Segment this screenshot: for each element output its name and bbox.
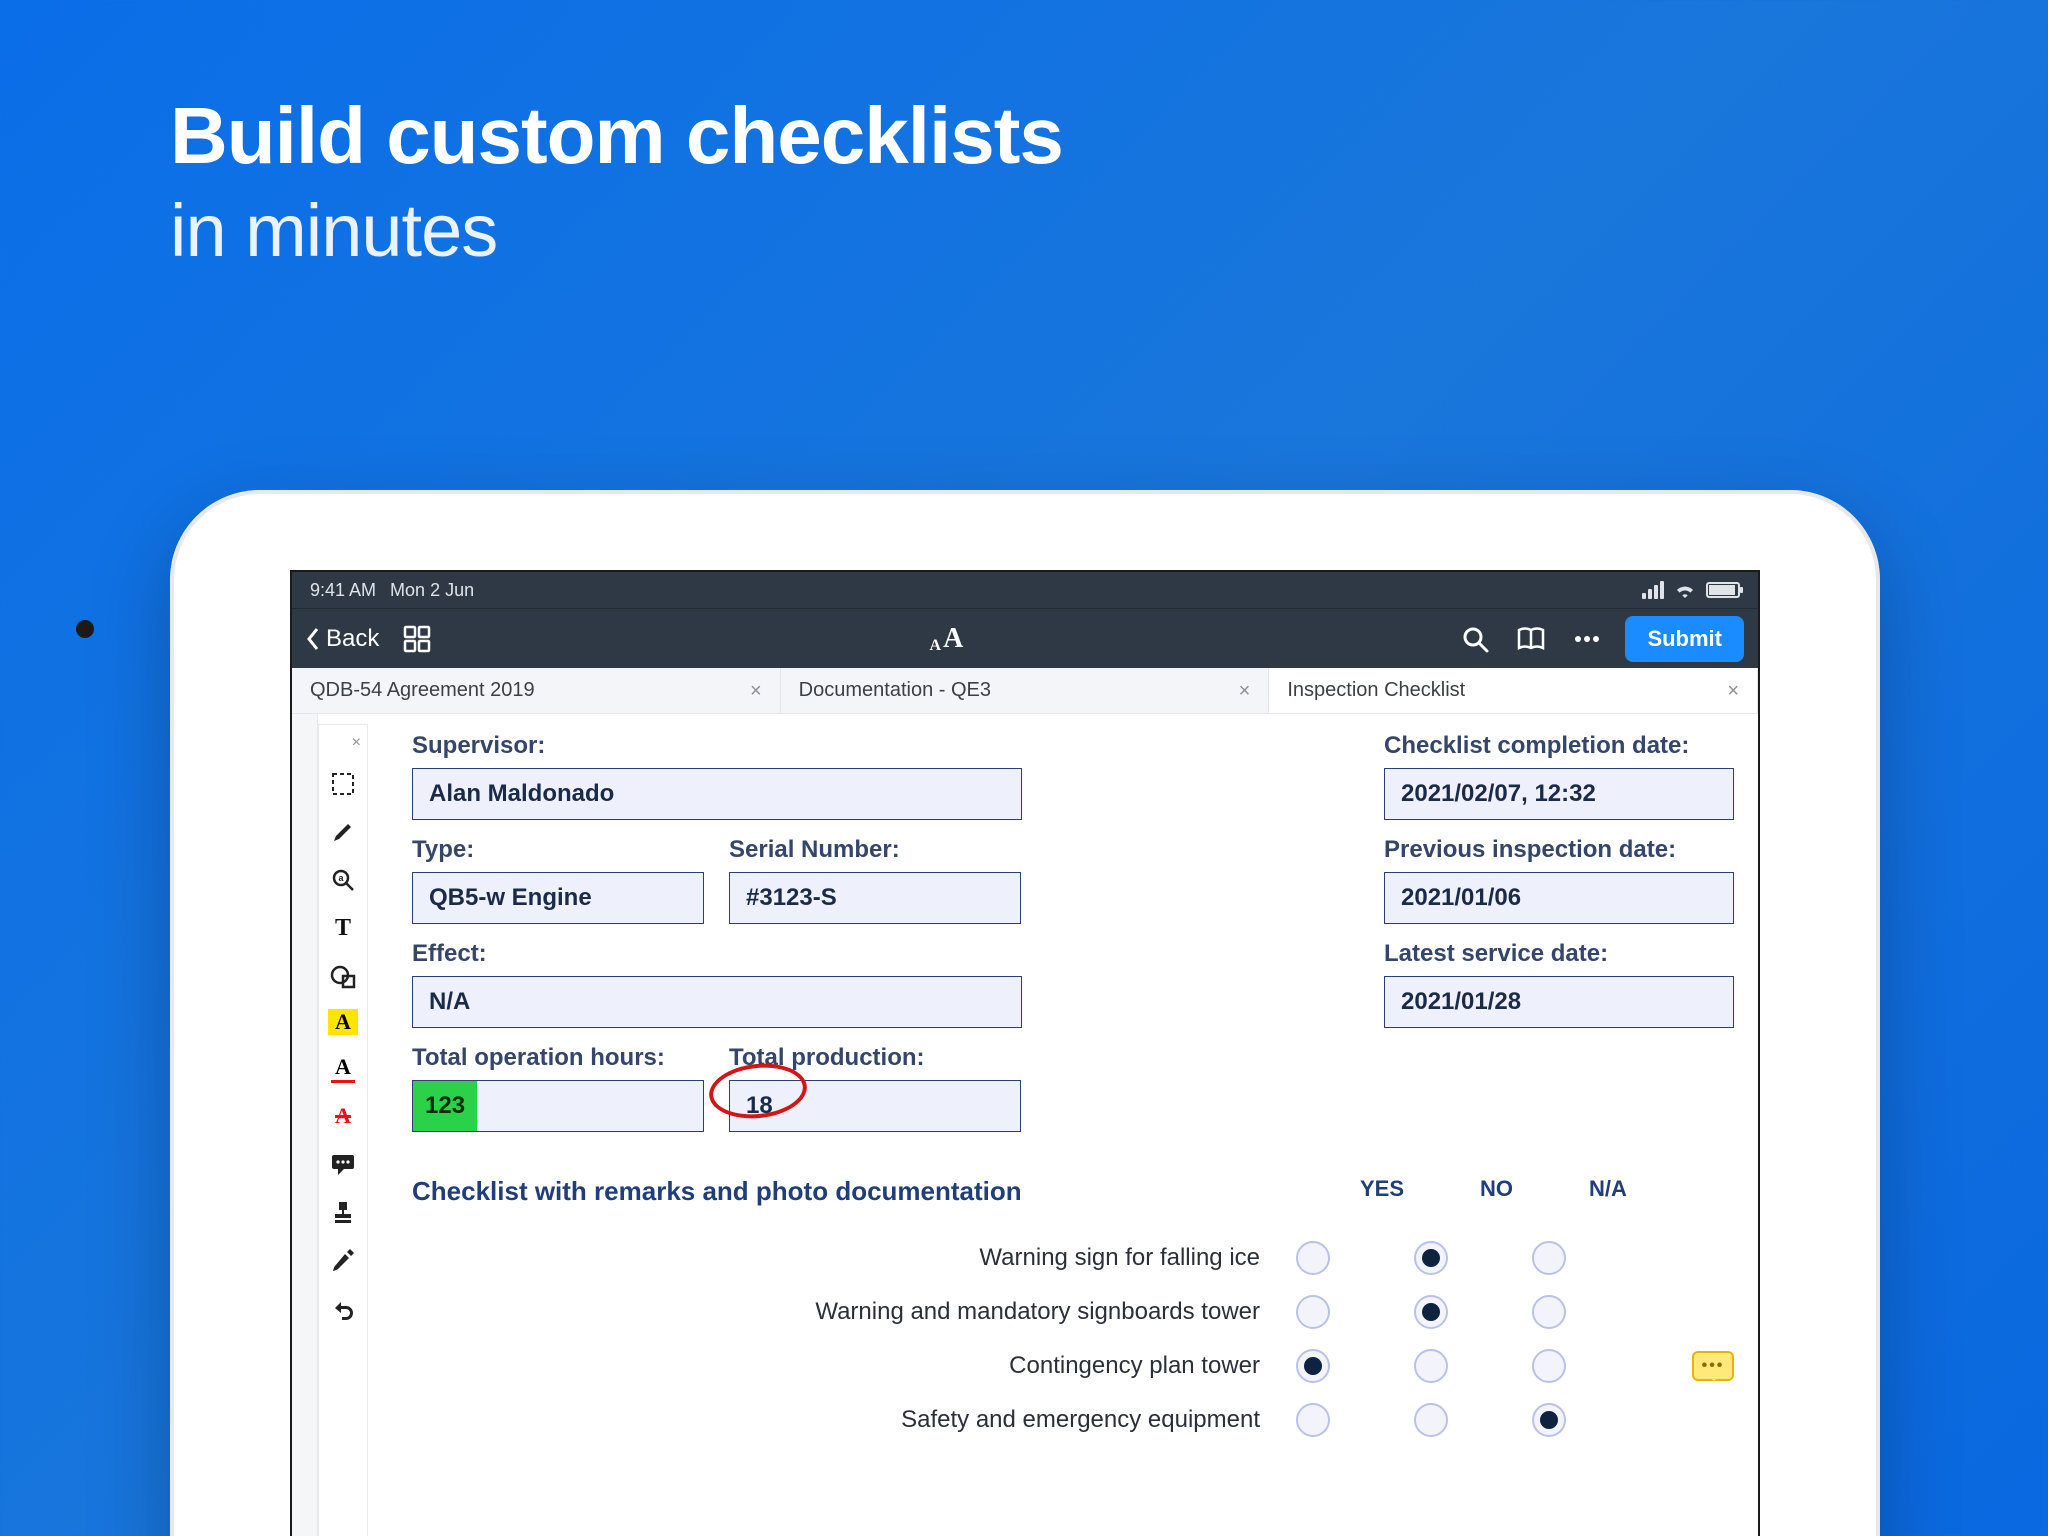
tab-inspection-checklist[interactable]: Inspection Checklist × (1269, 668, 1758, 713)
production-label: Total production: (729, 1044, 1022, 1072)
checklist-item-label: Safety and emergency equipment (412, 1406, 1296, 1434)
radio-na[interactable] (1532, 1295, 1566, 1329)
cellular-icon (1642, 581, 1664, 599)
radio-na[interactable] (1532, 1241, 1566, 1275)
radio-no[interactable] (1414, 1241, 1448, 1275)
checklist-rows: Warning sign for falling ice Warning and … (412, 1231, 1734, 1447)
col-na: N/A (1589, 1176, 1627, 1207)
left-gutter (292, 714, 318, 1536)
undo-icon[interactable] (326, 1293, 360, 1323)
marker-icon[interactable] (326, 817, 360, 847)
book-view-button[interactable] (1513, 621, 1549, 657)
radio-yes[interactable] (1296, 1403, 1330, 1437)
latest-service-field[interactable]: 2021/01/28 (1384, 976, 1734, 1028)
tab-qdb54[interactable]: QDB-54 Agreement 2019 × (292, 668, 781, 713)
op-hours-label: Total operation hours: (412, 1044, 705, 1072)
search-button[interactable] (1457, 621, 1493, 657)
annotate-toolbar: × a T A A A (318, 724, 368, 1536)
more-icon (1572, 624, 1602, 654)
supervisor-label: Supervisor: (412, 732, 1022, 760)
checklist-row: Warning and mandatory signboards tower (412, 1285, 1734, 1339)
radio-na[interactable] (1532, 1349, 1566, 1383)
radio-yes[interactable] (1296, 1241, 1330, 1275)
close-icon[interactable]: × (352, 735, 361, 751)
back-button[interactable]: Back (306, 625, 379, 653)
close-icon[interactable]: × (1239, 681, 1251, 701)
device-camera-icon (76, 620, 94, 638)
checklist-row: Contingency plan tower ••• (412, 1339, 1734, 1393)
completion-date-label: Checklist completion date: (1384, 732, 1734, 760)
checklist-section-title: Checklist with remarks and photo documen… (412, 1176, 1052, 1207)
device-frame: 9:41 AM Mon 2 Jun Back A (170, 490, 1880, 1536)
col-no: NO (1480, 1176, 1513, 1207)
hero: Build custom checklists in minutes (170, 90, 1063, 273)
checklist-row: Warning sign for falling ice (412, 1231, 1734, 1285)
effect-label: Effect: (412, 940, 1022, 968)
op-hours-field[interactable]: 123 (412, 1080, 704, 1132)
submit-button[interactable]: Submit (1625, 616, 1744, 662)
grid-icon (402, 624, 432, 654)
radio-no[interactable] (1414, 1295, 1448, 1329)
type-field[interactable]: QB5-w Engine (412, 872, 704, 924)
serial-field[interactable]: #3123-S (729, 872, 1021, 924)
search-icon (1460, 624, 1490, 654)
tab-documentation[interactable]: Documentation - QE3 × (781, 668, 1270, 713)
underline-icon[interactable]: A (326, 1053, 360, 1083)
col-yes: YES (1360, 1176, 1404, 1207)
hero-title: Build custom checklists (170, 90, 1063, 182)
grid-view-button[interactable] (399, 621, 435, 657)
shape-icon[interactable] (326, 961, 360, 991)
completion-date-field[interactable]: 2021/02/07, 12:32 (1384, 768, 1734, 820)
radio-yes[interactable] (1296, 1349, 1330, 1383)
strikethrough-icon[interactable]: A (326, 1101, 360, 1131)
status-time: 9:41 AM (310, 580, 376, 601)
status-date: Mon 2 Jun (390, 580, 474, 601)
back-label: Back (326, 625, 379, 653)
radio-no[interactable] (1414, 1349, 1448, 1383)
previous-date-label: Previous inspection date: (1384, 836, 1734, 864)
book-icon (1516, 624, 1546, 654)
checklist-item-label: Contingency plan tower (412, 1352, 1296, 1380)
close-icon[interactable]: × (750, 681, 762, 701)
tab-label: Documentation - QE3 (799, 679, 991, 702)
select-area-icon[interactable] (326, 769, 360, 799)
battery-icon (1706, 582, 1740, 598)
latest-service-label: Latest service date: (1384, 940, 1734, 968)
checklist-item-label: Warning sign for falling ice (412, 1244, 1296, 1272)
wifi-icon (1674, 582, 1696, 598)
document-tabs: QDB-54 Agreement 2019 × Documentation - … (292, 668, 1758, 714)
chevron-left-icon (306, 627, 320, 651)
status-bar: 9:41 AM Mon 2 Jun (292, 572, 1758, 608)
hero-subtitle: in minutes (170, 188, 1063, 273)
highlight-icon[interactable]: A (328, 1009, 358, 1035)
text-size-button[interactable]: AA (930, 623, 964, 655)
radio-na[interactable] (1532, 1403, 1566, 1437)
radio-no[interactable] (1414, 1403, 1448, 1437)
tab-label: Inspection Checklist (1287, 679, 1465, 702)
app-toolbar: Back AA Submit (292, 608, 1758, 668)
text-icon[interactable]: T (326, 913, 360, 943)
note-annotation-icon[interactable]: ••• (1692, 1351, 1734, 1381)
document-area: × a T A A A Supervisor: Alan Maldonad (292, 714, 1758, 1536)
svg-text:a: a (338, 873, 344, 883)
tab-label: QDB-54 Agreement 2019 (310, 679, 535, 702)
previous-date-field[interactable]: 2021/01/06 (1384, 872, 1734, 924)
supervisor-field[interactable]: Alan Maldonado (412, 768, 1022, 820)
document-body: Supervisor: Alan Maldonado Checklist com… (368, 714, 1758, 1536)
checklist-item-label: Warning and mandatory signboards tower (412, 1298, 1296, 1326)
eyedropper-icon[interactable] (326, 1245, 360, 1275)
comment-icon[interactable] (326, 1149, 360, 1179)
app-screen: 9:41 AM Mon 2 Jun Back A (290, 570, 1760, 1536)
stamp-icon[interactable] (326, 1197, 360, 1227)
zoom-icon[interactable]: a (326, 865, 360, 895)
type-label: Type: (412, 836, 705, 864)
effect-field[interactable]: N/A (412, 976, 1022, 1028)
more-button[interactable] (1569, 621, 1605, 657)
close-icon[interactable]: × (1727, 681, 1739, 701)
serial-label: Serial Number: (729, 836, 1022, 864)
production-field[interactable]: 18 (729, 1080, 1021, 1132)
radio-yes[interactable] (1296, 1295, 1330, 1329)
checklist-row: Safety and emergency equipment (412, 1393, 1734, 1447)
highlight-annotation: 123 (413, 1081, 477, 1131)
